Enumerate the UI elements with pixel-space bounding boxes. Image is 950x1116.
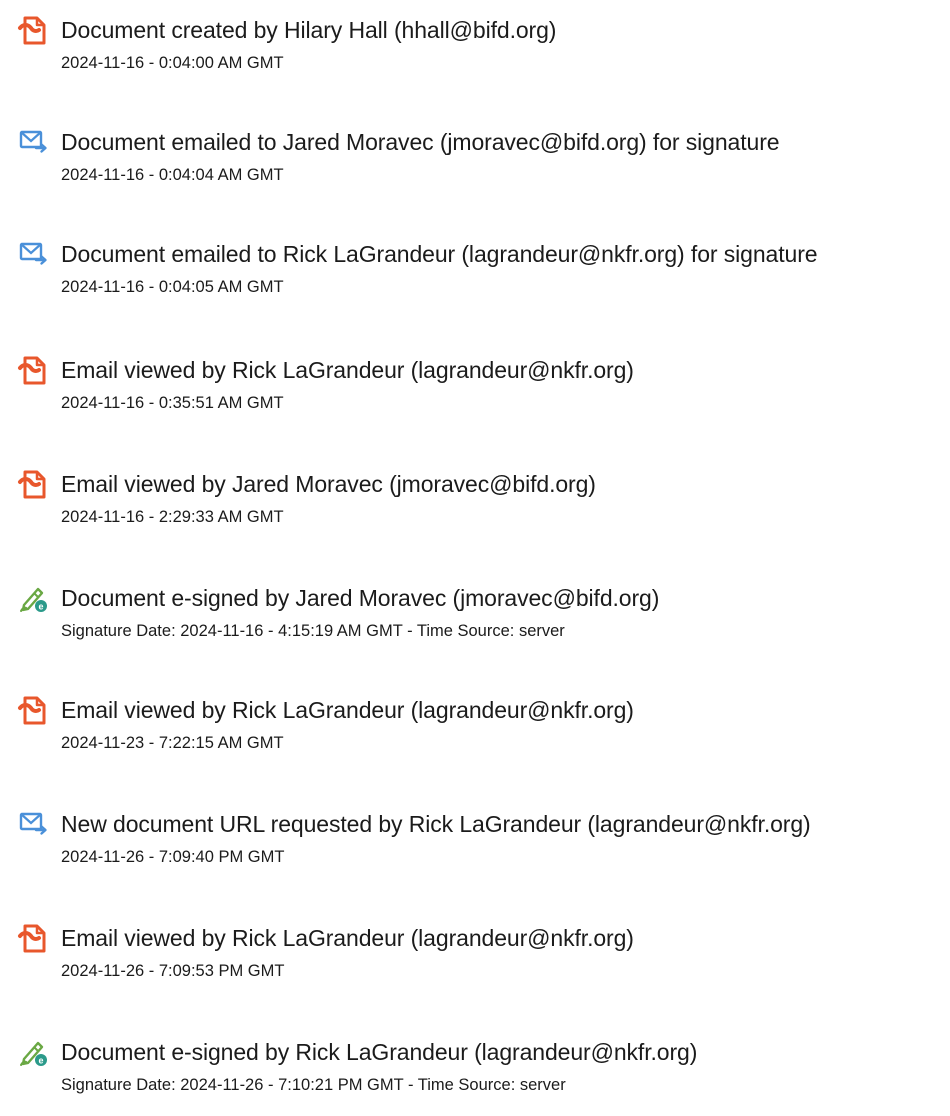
e-sign-icon: e [14,1036,50,1068]
entry-timestamp: 2024-11-16 - 2:29:33 AM GMT [61,508,284,526]
log-entry: Document created by Hilary Hall (hhall@b… [0,14,950,94]
document-viewed-icon [14,468,50,500]
entry-title: Document created by Hilary Hall (hhall@b… [61,17,557,43]
svg-text:e: e [38,602,43,612]
entry-title: Email viewed by Jared Moravec (jmoravec@… [61,471,596,497]
log-entry: Email viewed by Rick LaGrandeur (lagrand… [0,922,950,1002]
document-viewed-icon [14,354,50,386]
log-entry: e Document e-signed by Rick LaGrandeur (… [0,1036,950,1116]
log-entry: e Document e-signed by Jared Moravec (jm… [0,582,950,662]
svg-text:e: e [38,1056,43,1066]
email-sent-icon [14,126,50,158]
email-sent-icon [14,238,50,270]
entry-title: Email viewed by Rick LaGrandeur (lagrand… [61,357,634,383]
e-sign-icon: e [14,582,50,614]
log-entry: Email viewed by Rick LaGrandeur (lagrand… [0,354,950,434]
log-entry: Email viewed by Rick LaGrandeur (lagrand… [0,694,950,774]
log-entry: Email viewed by Jared Moravec (jmoravec@… [0,468,950,548]
entry-title: Email viewed by Rick LaGrandeur (lagrand… [61,697,634,723]
audit-log: Document created by Hilary Hall (hhall@b… [0,0,950,1109]
log-entry: Document emailed to Rick LaGrandeur (lag… [0,238,950,318]
entry-title: New document URL requested by Rick LaGra… [61,811,811,837]
entry-title: Document e-signed by Jared Moravec (jmor… [61,585,660,611]
entry-timestamp: 2024-11-16 - 0:04:04 AM GMT [61,166,284,184]
email-sent-icon [14,808,50,840]
log-entry: Document emailed to Jared Moravec (jmora… [0,126,950,206]
entry-title: Email viewed by Rick LaGrandeur (lagrand… [61,925,634,951]
entry-timestamp: Signature Date: 2024-11-16 - 4:15:19 AM … [61,622,565,640]
document-viewed-icon [14,694,50,726]
entry-timestamp: 2024-11-16 - 0:04:05 AM GMT [61,278,284,296]
document-viewed-icon [14,922,50,954]
entry-title: Document e-signed by Rick LaGrandeur (la… [61,1039,698,1065]
entry-timestamp: 2024-11-16 - 0:04:00 AM GMT [61,54,284,72]
entry-timestamp: 2024-11-26 - 7:09:40 PM GMT [61,848,285,866]
entry-title: Document emailed to Jared Moravec (jmora… [61,129,780,155]
entry-timestamp: 2024-11-26 - 7:09:53 PM GMT [61,962,285,980]
entry-title: Document emailed to Rick LaGrandeur (lag… [61,241,818,267]
document-created-icon [14,14,50,46]
entry-timestamp: 2024-11-16 - 0:35:51 AM GMT [61,394,284,412]
entry-timestamp: Signature Date: 2024-11-26 - 7:10:21 PM … [61,1076,566,1094]
log-entry: New document URL requested by Rick LaGra… [0,808,950,888]
entry-timestamp: 2024-11-23 - 7:22:15 AM GMT [61,734,284,752]
